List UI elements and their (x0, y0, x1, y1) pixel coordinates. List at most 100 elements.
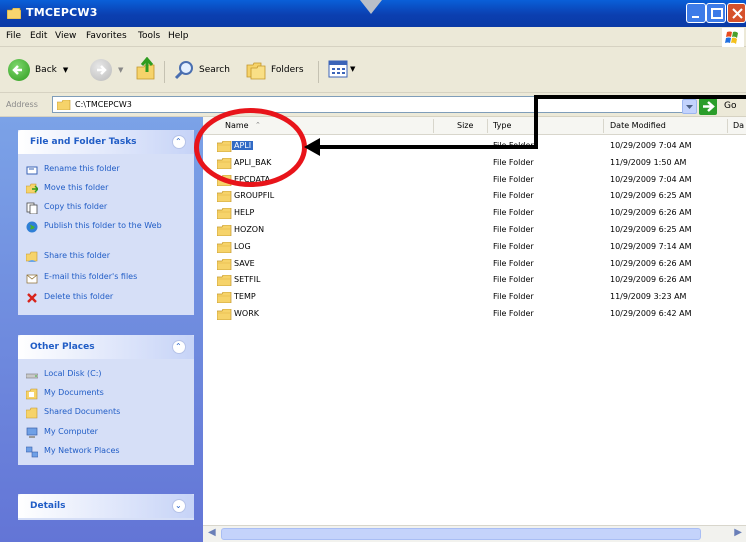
close-icon (732, 8, 743, 19)
address-dropdown-button[interactable] (682, 99, 697, 114)
place-my-network-places[interactable]: My Network Places (26, 446, 120, 458)
column-size[interactable]: Size (457, 121, 473, 130)
file-row[interactable]: HELP File Folder 10/29/2009 6:26 AM (203, 206, 746, 222)
file-name[interactable]: SAVE (234, 259, 255, 268)
details-title: Details (30, 501, 66, 511)
task-label: Delete this folder (44, 292, 114, 301)
minimize-button[interactable] (686, 3, 706, 23)
folder-icon (217, 191, 232, 203)
maximize-icon (711, 8, 723, 19)
email-icon (26, 274, 38, 284)
file-type: File Folder (493, 225, 534, 234)
back-arrow-icon (8, 59, 30, 81)
file-type: File Folder (493, 241, 534, 251)
file-row[interactable]: SAVE File Folder 10/29/2009 6:26 AM (203, 257, 746, 273)
back-dropdown-icon[interactable]: ▼ (63, 66, 68, 74)
menu-view[interactable]: View (55, 31, 76, 41)
place-local-disk[interactable]: Local Disk (C:) (26, 369, 102, 381)
file-date-modified: 10/29/2009 6:26 AM (610, 275, 692, 285)
file-name[interactable]: SETFIL (234, 275, 260, 284)
maximize-button[interactable] (706, 3, 726, 23)
column-date-modified[interactable]: Date Modified (610, 121, 666, 130)
column-divider[interactable] (487, 119, 488, 133)
task-email-files[interactable]: E-mail this folder's files (26, 272, 137, 284)
task-publish-folder[interactable]: Publish this folder to the Web (26, 221, 162, 233)
task-rename-folder[interactable]: Rename this folder (26, 164, 120, 176)
column-divider[interactable] (727, 119, 728, 133)
menu-help[interactable]: Help (168, 31, 189, 41)
file-row[interactable]: WORK File Folder 10/29/2009 6:42 AM (203, 307, 746, 323)
place-shared-documents[interactable]: Shared Documents (26, 407, 120, 419)
column-divider[interactable] (433, 119, 434, 133)
scroll-right-icon[interactable]: ▶ (734, 527, 742, 538)
file-type: File Folder (493, 157, 534, 167)
folder-icon (217, 225, 232, 236)
other-places-header[interactable]: Other Places ⌃ (18, 335, 194, 359)
move-folder-icon (26, 183, 38, 194)
address-label: Address (6, 100, 38, 109)
file-folder-tasks-header[interactable]: File and Folder Tasks ⌃ (18, 130, 194, 154)
menu-favorites[interactable]: Favorites (86, 31, 127, 41)
folder-icon (217, 309, 232, 320)
file-list: APLI File Folder 10/29/2009 7:04 AM APLI_BA… (203, 135, 746, 525)
task-copy-folder[interactable]: Copy this folder (26, 202, 107, 214)
menu-edit[interactable]: Edit (30, 31, 47, 41)
details-header[interactable]: Details ⌄ (18, 494, 194, 518)
menu-tools[interactable]: Tools (138, 31, 160, 41)
forward-button[interactable]: ▼ (90, 59, 123, 81)
place-my-documents[interactable]: My Documents (26, 388, 104, 400)
menu-file[interactable]: File (6, 31, 21, 41)
back-button[interactable]: Back ▼ (8, 59, 68, 81)
file-date-modified: 10/29/2009 7:04 AM (610, 141, 692, 150)
address-bar: Address C:\TMCEPCW3 (0, 93, 746, 117)
horizontal-scrollbar[interactable]: ◀ ▶ (203, 525, 746, 542)
views-dropdown-icon[interactable]: ▼ (350, 65, 355, 73)
go-label[interactable]: Go (724, 101, 736, 111)
menu-bar: File Edit View Favorites Tools Help (0, 27, 746, 47)
toolbar-separator (164, 61, 165, 83)
file-name[interactable]: WORK (234, 309, 259, 318)
column-divider[interactable] (603, 119, 604, 133)
folders-button[interactable]: Folders (245, 59, 304, 81)
file-name[interactable]: GROUPFIL (234, 191, 274, 200)
task-label: E-mail this folder's files (44, 272, 138, 281)
up-folder-button[interactable] (134, 57, 160, 81)
scroll-thumb[interactable] (221, 528, 701, 540)
expand-icon[interactable]: ⌄ (172, 499, 186, 513)
column-type[interactable]: Type (493, 121, 511, 130)
collapse-icon[interactable]: ⌃ (172, 340, 186, 354)
globe-icon (26, 221, 38, 233)
folder-icon (217, 208, 232, 220)
task-share-folder[interactable]: Share this folder (26, 251, 110, 263)
file-name[interactable]: LOG (234, 242, 251, 251)
task-delete-folder[interactable]: Delete this folder (26, 292, 113, 304)
file-date-modified: 10/29/2009 6:42 AM (610, 309, 692, 318)
file-row[interactable]: LOG File Folder 10/29/2009 7:14 AM (203, 240, 746, 256)
file-row[interactable]: HOZON File Folder 10/29/2009 6:25 AM (203, 223, 746, 239)
search-button[interactable]: Search (173, 59, 230, 81)
place-label: Shared Documents (44, 407, 121, 416)
file-row[interactable]: TEMP File Folder 11/9/2009 3:23 AM (203, 290, 746, 306)
folders-icon (246, 62, 266, 80)
file-name[interactable]: HELP (234, 208, 254, 217)
place-my-computer[interactable]: My Computer (26, 427, 98, 439)
collapse-icon[interactable]: ⌃ (172, 135, 186, 149)
file-date-modified: 10/29/2009 7:14 AM (610, 241, 692, 251)
task-move-folder[interactable]: Move this folder (26, 183, 108, 195)
column-extra[interactable]: Da (733, 121, 744, 130)
go-button[interactable] (699, 98, 717, 115)
address-value: C:\TMCEPCW3 (75, 100, 132, 109)
toolbar: Back ▼ ▼ Search Folders ▼ (0, 47, 746, 93)
address-input[interactable]: C:\TMCEPCW3 (52, 96, 692, 113)
file-row[interactable]: GROUPFIL File Folder 10/29/2009 6:25 AM (203, 189, 746, 205)
file-name[interactable]: HOZON (234, 225, 264, 234)
other-places-title: Other Places (30, 342, 95, 352)
views-button[interactable]: ▼ (328, 60, 355, 78)
search-icon (174, 61, 193, 80)
file-name[interactable]: TEMP (234, 292, 256, 301)
forward-dropdown-icon[interactable]: ▼ (118, 66, 123, 74)
task-label: Share this folder (44, 251, 110, 260)
close-button[interactable] (727, 3, 746, 23)
scroll-left-icon[interactable]: ◀ (208, 527, 216, 538)
file-row[interactable]: SETFIL File Folder 10/29/2009 6:26 AM (203, 273, 746, 289)
